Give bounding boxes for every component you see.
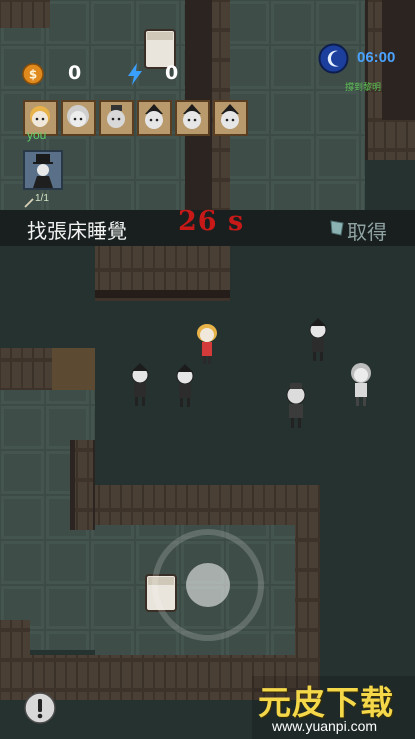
portrait-survivor-pale-3 xyxy=(213,100,248,136)
upper-right-room-floor xyxy=(230,0,365,210)
alert-button[interactable] xyxy=(24,692,56,724)
lightning-icon xyxy=(126,62,144,86)
hunter-avatar-icon xyxy=(25,152,61,188)
clock-time: 06:00 xyxy=(357,49,396,66)
coin-count: 0 xyxy=(68,62,82,84)
portrait-survivor-bald xyxy=(99,100,134,136)
svg-text:$: $ xyxy=(29,68,37,82)
hunter-card[interactable] xyxy=(23,150,63,190)
moon-clock-icon xyxy=(318,43,349,74)
cloth-icon xyxy=(329,219,345,237)
item-count: 1/1 xyxy=(35,193,49,204)
grab-label: 取得 xyxy=(347,220,387,244)
portrait-survivor-white-hair xyxy=(61,100,96,136)
exclamation-icon xyxy=(24,692,56,724)
portrait-survivor-pale-1 xyxy=(137,100,172,136)
wall-segment xyxy=(95,485,320,525)
watermark-url: www.yuanpi.com xyxy=(272,718,378,734)
needle-icon xyxy=(24,193,34,208)
coin-icon: $ xyxy=(22,63,44,85)
energy-count: 0 xyxy=(165,62,179,84)
wall-segment xyxy=(0,620,30,700)
countdown-timer: 26 s xyxy=(178,206,245,237)
you-label: you xyxy=(27,128,47,142)
watermark-title: 元皮下载 xyxy=(258,683,394,722)
portrait-survivor-pale-2 xyxy=(175,100,210,136)
wall-segment xyxy=(295,485,320,675)
dawn-hint: 撐到黎明 xyxy=(345,83,382,93)
grab-button[interactable]: 取得 xyxy=(347,216,387,245)
objective-text: 找張床睡覺 xyxy=(27,219,127,243)
